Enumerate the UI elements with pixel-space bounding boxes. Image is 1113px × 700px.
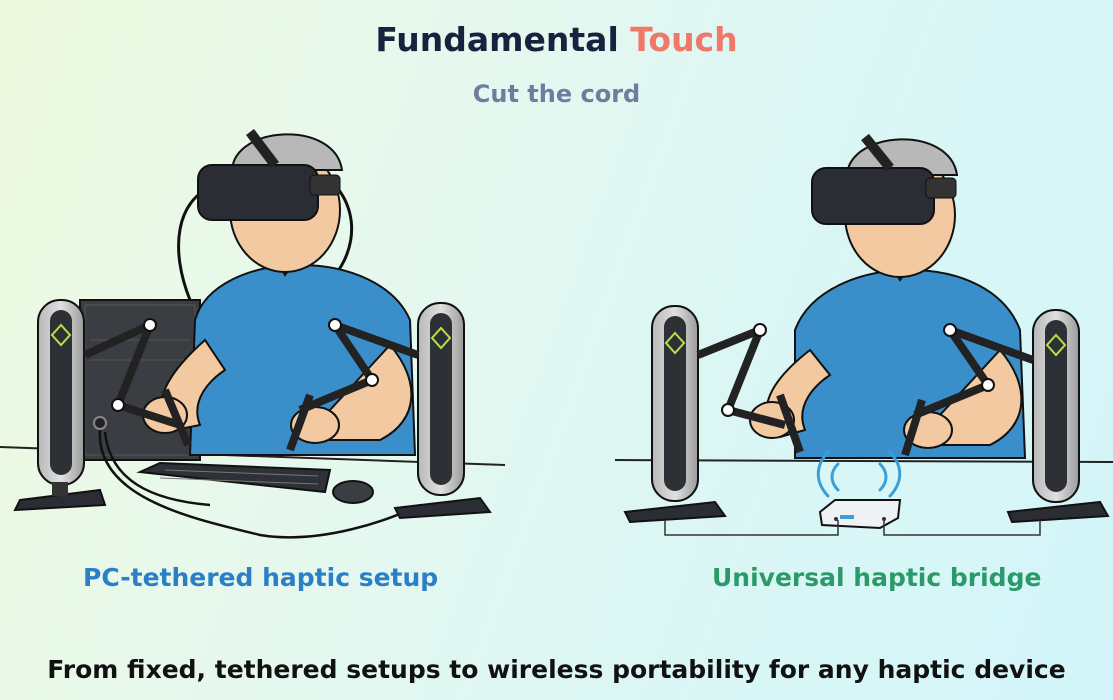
- bridge-cable-left: [664, 520, 839, 536]
- person-left: [142, 128, 417, 456]
- caption: From fixed, tethered setups to wireless …: [47, 655, 1066, 684]
- vr-headset-left: [197, 164, 319, 221]
- haptic-bridge-box: [818, 499, 902, 530]
- mouse: [332, 480, 374, 504]
- vr-headset-right: [811, 167, 935, 225]
- keyboard: [136, 461, 332, 494]
- right-panel-label: Universal haptic bridge: [712, 563, 1042, 592]
- right-scene: [614, 133, 1113, 536]
- illustration: [0, 128, 1113, 539]
- person-right: [749, 133, 1027, 459]
- left-panel-label: PC-tethered haptic setup: [83, 563, 439, 592]
- left-scene: [0, 128, 506, 539]
- haptic-device-right-a: [623, 305, 727, 524]
